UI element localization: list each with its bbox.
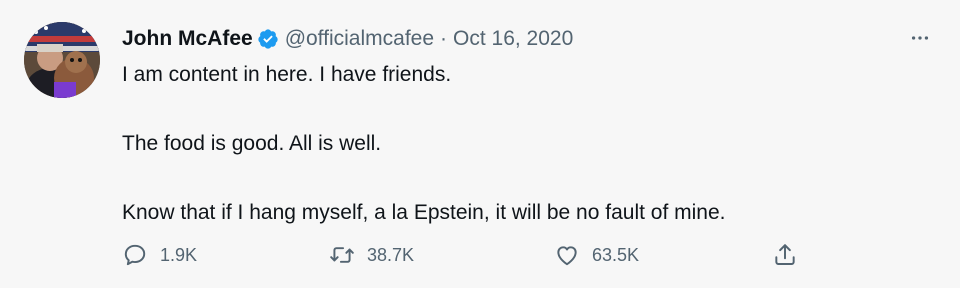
reply-icon <box>122 242 148 268</box>
heart-icon <box>554 242 580 268</box>
tweet-date[interactable]: Oct 16, 2020 <box>453 27 573 51</box>
tweet-text-line: I am content in here. I have friends. <box>122 63 452 86</box>
tweet-text-line: Know that if I hang myself, a la Epstein… <box>122 201 726 224</box>
retweet-button[interactable]: 38.7K <box>329 240 414 270</box>
author-handle[interactable]: @officialmcafee <box>285 27 434 51</box>
retweet-count: 38.7K <box>367 244 415 265</box>
reply-button[interactable]: 1.9K <box>122 240 197 270</box>
tweet-actions: 1.9K 38.7K 63.5K <box>122 240 822 270</box>
tweet-text-line: The food is good. All is well. <box>122 132 382 155</box>
share-button[interactable] <box>772 240 798 270</box>
avatar[interactable] <box>24 22 100 98</box>
share-icon <box>772 242 798 268</box>
like-button[interactable]: 63.5K <box>554 240 639 270</box>
verified-badge-icon <box>257 28 279 50</box>
tweet-card[interactable]: John McAfee @officialmcafee · Oct 16, 20… <box>0 0 960 288</box>
like-count: 63.5K <box>592 244 640 265</box>
avatar-image <box>24 22 100 98</box>
more-horizontal-icon[interactable] <box>908 26 932 50</box>
author-name[interactable]: John McAfee <box>122 27 253 51</box>
retweet-icon <box>329 242 355 268</box>
separator-dot: · <box>440 27 448 50</box>
tweet-header: John McAfee @officialmcafee · Oct 16, 20… <box>122 24 573 54</box>
reply-count: 1.9K <box>160 244 198 265</box>
tweet-text: I am content in here. I have friends. Th… <box>122 62 725 226</box>
